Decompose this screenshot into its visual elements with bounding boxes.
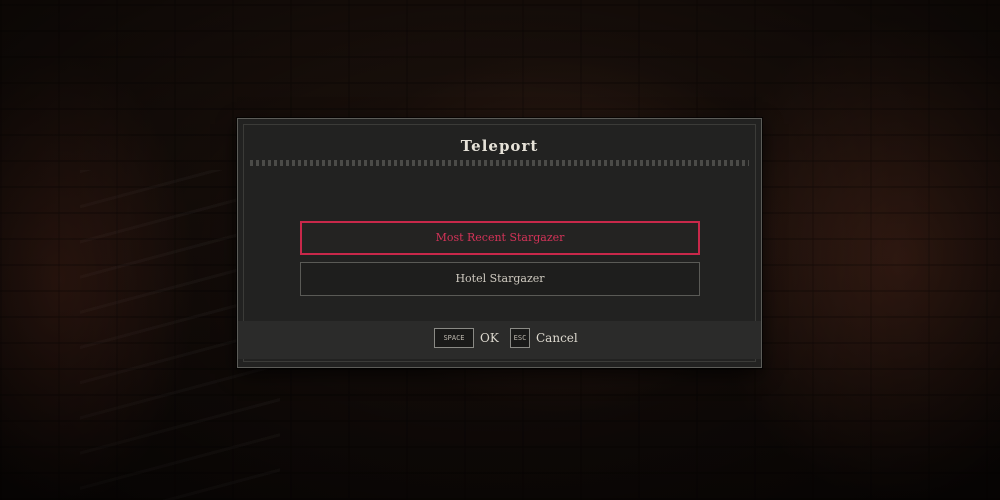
dialog-title: Teleport	[460, 137, 539, 155]
ok-label: OK	[480, 331, 499, 345]
esc-key-icon: ESC	[510, 328, 530, 348]
cancel-label: Cancel	[536, 331, 578, 345]
teleport-dialog: Teleport Most Recent Stargazer Hotel Sta…	[237, 118, 762, 368]
cancel-hint[interactable]: ESC Cancel	[510, 328, 578, 348]
title-divider	[250, 160, 749, 166]
dialog-footer	[238, 321, 761, 359]
ok-hint[interactable]: SPACE OK	[434, 328, 499, 348]
option-most-recent-stargazer[interactable]: Most Recent Stargazer	[300, 221, 700, 255]
option-hotel-stargazer[interactable]: Hotel Stargazer	[300, 262, 700, 296]
space-key-icon: SPACE	[434, 328, 474, 348]
